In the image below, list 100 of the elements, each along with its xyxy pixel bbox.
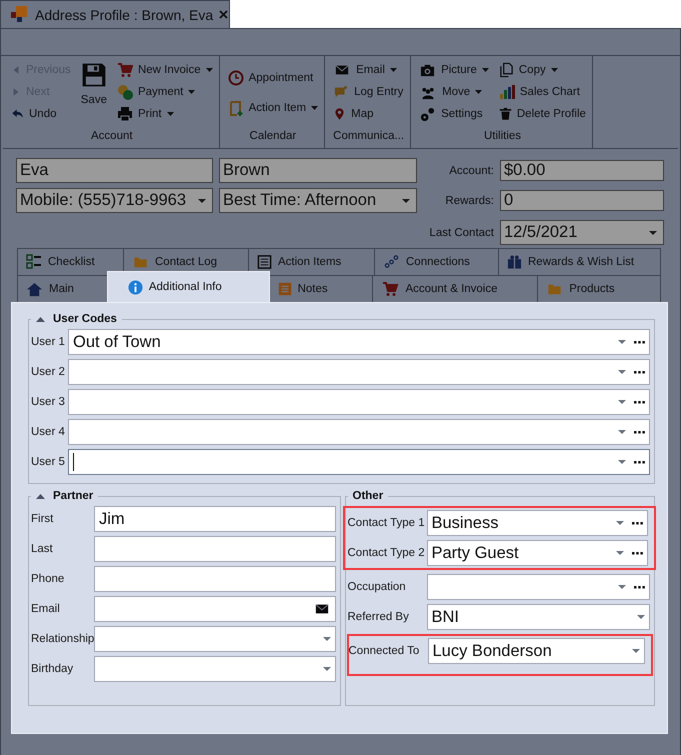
ribbon-button[interactable]: Email — [333, 60, 404, 80]
dropdown-arrow-icon[interactable] — [618, 460, 626, 464]
text-field[interactable] — [94, 566, 336, 592]
trash-icon — [498, 106, 512, 122]
dropdown-field[interactable]: 12/5/2021 — [500, 220, 664, 245]
dropdown-field[interactable]: Lucy Bonderson — [428, 638, 645, 664]
dropdown-arrow-icon[interactable] — [616, 521, 624, 525]
dropdown-arrow-icon[interactable] — [618, 430, 626, 434]
tab[interactable]: Additional Info — [106, 271, 270, 302]
cart-icon — [116, 62, 133, 78]
dropdown-field[interactable]: Party Guest — [426, 540, 648, 566]
ellipsis-icon[interactable] — [634, 400, 645, 404]
tab[interactable]: Main — [17, 275, 108, 302]
ribbon-button[interactable]: Save — [80, 60, 107, 106]
dropdown-arrow-icon[interactable] — [618, 585, 626, 589]
group-label: Account — [90, 129, 134, 144]
ribbon-button[interactable]: Action Item — [228, 98, 318, 118]
dropdown-field[interactable]: Best Time: Afternoon — [219, 188, 417, 213]
dropdown-field[interactable] — [94, 656, 336, 682]
collapse-arrow-icon[interactable] — [36, 316, 45, 322]
ribbon-button[interactable]: New Invoice — [116, 60, 213, 80]
dropdown-arrow-icon[interactable] — [322, 637, 330, 641]
dropdown-arrow-icon[interactable] — [649, 230, 657, 234]
email-field[interactable] — [94, 596, 336, 622]
dropdown-arrow-icon[interactable] — [322, 667, 330, 671]
field-label: Birthday — [31, 663, 74, 675]
house-icon — [26, 282, 43, 296]
ribbon-button[interactable]: Delete Profile — [498, 104, 586, 124]
group-title: Other — [352, 490, 384, 502]
dropdown-field[interactable] — [68, 419, 650, 445]
text-field[interactable]: Eva — [16, 158, 213, 183]
field-label: Rewards: — [444, 194, 494, 206]
dropdown-arrow-icon[interactable] — [618, 340, 626, 344]
dropdown-arrow-icon[interactable] — [616, 551, 624, 555]
ellipsis-icon[interactable] — [634, 340, 645, 344]
map-pin-icon — [333, 106, 346, 122]
text-field[interactable]: Brown — [219, 158, 417, 183]
field-label: First — [31, 513, 54, 525]
ribbon-button[interactable]: Map — [333, 104, 404, 124]
tab[interactable]: Rewards & Wish List — [498, 248, 661, 275]
text-field[interactable]: 0 — [500, 190, 664, 211]
printer-icon — [116, 106, 133, 122]
text-field[interactable]: Jim — [94, 506, 336, 532]
folder-icon — [132, 255, 149, 269]
caret-icon — [550, 68, 558, 72]
ellipsis-icon[interactable] — [632, 522, 643, 524]
folder-icon — [546, 282, 564, 296]
collapse-arrow-icon[interactable] — [36, 494, 45, 498]
left-triangle-icon — [11, 64, 21, 76]
dropdown-field[interactable] — [68, 449, 650, 475]
dropdown-arrow-icon[interactable] — [637, 615, 645, 619]
dropdown-field[interactable] — [68, 359, 650, 385]
lines-icon — [278, 282, 292, 296]
field-label: User 1 — [31, 336, 66, 348]
caret-icon — [311, 106, 318, 110]
dropdown-field[interactable] — [426, 574, 650, 600]
ribbon-button[interactable]: Move — [419, 82, 489, 102]
dropdown-field[interactable] — [94, 626, 336, 652]
camera-icon — [419, 62, 436, 78]
ribbon-button[interactable]: Appointment — [228, 68, 318, 88]
dropdown-arrow-icon[interactable] — [632, 649, 640, 653]
right-triangle-icon — [11, 86, 21, 98]
chat-bubble-icon — [333, 85, 350, 99]
close-icon[interactable] — [219, 10, 228, 19]
copy-icon — [498, 62, 514, 78]
dropdown-arrow-icon[interactable] — [402, 198, 410, 202]
field-label: User 3 — [31, 396, 66, 408]
ellipsis-icon[interactable] — [634, 430, 645, 434]
dropdown-field[interactable] — [68, 389, 650, 415]
ellipsis-icon[interactable] — [634, 460, 645, 464]
ellipsis-icon[interactable] — [634, 370, 645, 374]
dropdown-arrow-icon[interactable] — [198, 198, 206, 202]
linked-circles-icon — [383, 255, 400, 269]
dropdown-field[interactable]: BNI — [426, 604, 650, 630]
list-icon — [257, 254, 272, 270]
ribbon-button[interactable]: Copy — [498, 60, 586, 80]
text-field[interactable] — [94, 536, 336, 562]
coins-icon — [116, 84, 133, 100]
ribbon-button[interactable]: Undo — [11, 104, 71, 124]
ribbon-button[interactable]: Print — [116, 104, 213, 124]
ribbon-button[interactable]: Payment — [116, 82, 213, 102]
tab[interactable]: Products — [537, 275, 661, 302]
ribbon-button[interactable]: Picture — [419, 60, 489, 80]
gears-icon — [419, 106, 436, 122]
checklist-icon — [26, 254, 42, 270]
dropdown-field[interactable]: Out of Town — [68, 329, 650, 355]
dropdown-arrow-icon[interactable] — [618, 370, 626, 374]
ribbon-button[interactable]: Settings — [419, 104, 489, 124]
undo-arrow-icon — [11, 108, 24, 120]
dropdown-field[interactable]: Mobile: (555)718-9963 — [16, 188, 213, 213]
text-field[interactable]: $0.00 — [500, 160, 664, 181]
ellipsis-icon[interactable] — [632, 552, 643, 554]
ribbon-button[interactable]: Sales Chart — [498, 82, 586, 102]
tab[interactable]: Checklist — [17, 248, 124, 275]
group-title: User Codes — [53, 313, 117, 325]
ellipsis-icon[interactable] — [634, 586, 645, 588]
ribbon-button[interactable]: Log Entry — [333, 82, 404, 102]
dropdown-field[interactable]: Business — [426, 510, 648, 536]
dropdown-arrow-icon[interactable] — [618, 400, 626, 404]
field-label: Last Contact — [428, 226, 494, 238]
